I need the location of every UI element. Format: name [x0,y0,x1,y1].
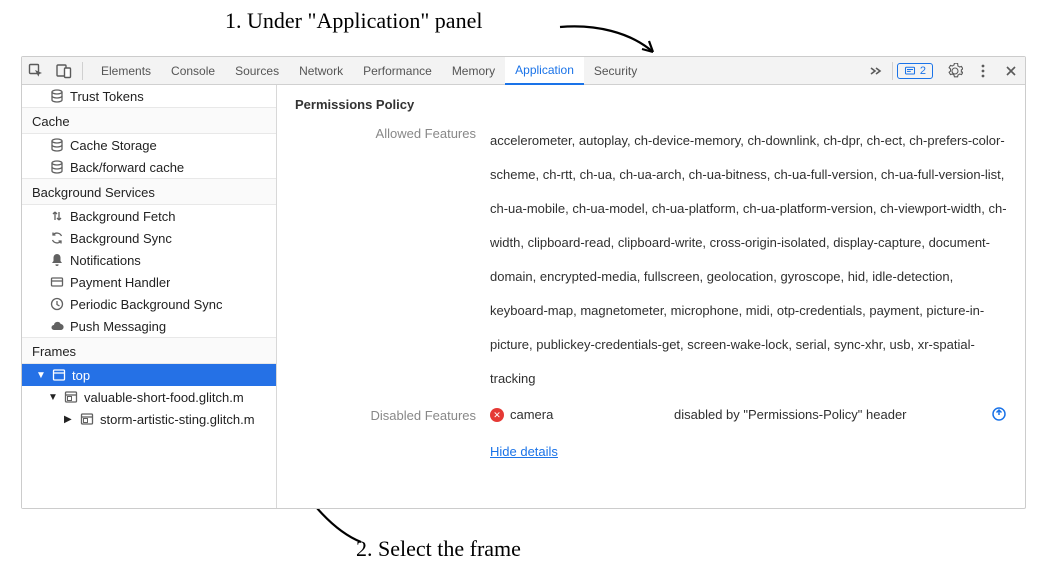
tab-memory[interactable]: Memory [442,57,505,85]
sidebar-item-frame-valuable[interactable]: ▼ valuable-short-food.glitch.m [22,386,276,408]
bell-icon [50,253,64,267]
disabled-features-label: Disabled Features [295,406,490,423]
sidebar-item-frame-storm[interactable]: ▶ storm-artistic-sting.glitch.m [22,408,276,430]
tab-network[interactable]: Network [289,57,353,85]
disabled-feature-text: camera [510,406,553,424]
sidebar-item-label: Back/forward cache [70,160,184,175]
sidebar-item-cache-storage[interactable]: Cache Storage [22,134,276,156]
issues-counter[interactable]: 2 [897,63,933,79]
hide-details-link[interactable]: Hide details [490,443,558,461]
sidebar-item-periodic-sync[interactable]: Periodic Background Sync [22,293,276,315]
annotation-step-2: 2. Select the frame [356,536,521,562]
sidebar-item-label: Payment Handler [70,275,170,290]
sidebar-item-label: Trust Tokens [70,89,144,104]
allowed-features-row: Allowed Features accelerometer, autoplay… [295,124,1013,396]
disclosure-icon[interactable]: ▼ [48,392,58,403]
db-icon [50,160,64,174]
sidebar-item-label: Push Messaging [70,319,166,334]
tab-security[interactable]: Security [584,57,647,85]
sidebar-group-cache: Cache [22,107,276,134]
devtools-window: ElementsConsoleSourcesNetworkPerformance… [21,56,1026,509]
sidebar-item-label: Periodic Background Sync [70,297,222,312]
clock-icon [50,297,64,311]
tab-performance[interactable]: Performance [353,57,442,85]
cloud-icon [50,319,64,333]
device-toggle-icon[interactable] [50,57,78,85]
disabled-feature-name: ✕ camera [490,406,660,424]
sidebar-item-label: Notifications [70,253,141,268]
devtools-tabstrip: ElementsConsoleSourcesNetworkPerformance… [22,57,1025,85]
sidebar-item-bg-sync[interactable]: Background Sync [22,227,276,249]
sidebar-item-trust-tokens[interactable]: Trust Tokens [22,85,276,107]
allowed-features-label: Allowed Features [295,124,490,141]
disabled-features-row: Disabled Features ✕ camera disabled by "… [295,406,1013,461]
annotation-step-1: 1. Under "Application" panel [225,8,482,34]
disabled-feature-reason: disabled by "Permissions-Policy" header [674,406,977,424]
sidebar-item-label: Background Fetch [70,209,176,224]
window-icon [52,368,66,382]
sidebar-item-bf-cache[interactable]: Back/forward cache [22,156,276,178]
sync-icon [50,231,64,245]
error-badge-icon: ✕ [490,408,504,422]
sidebar-item-notifications[interactable]: Notifications [22,249,276,271]
allowed-features-value: accelerometer, autoplay, ch-device-memor… [490,124,1013,396]
reveal-header-icon[interactable] [991,406,1013,427]
sidebar-item-bg-fetch[interactable]: Background Fetch [22,205,276,227]
panel-title: Permissions Policy [295,93,1013,124]
tab-application[interactable]: Application [505,57,584,85]
sidebar-item-label: storm-artistic-sting.glitch.m [100,412,255,427]
sidebar-item-label: top [72,368,90,383]
tab-sources[interactable]: Sources [225,57,289,85]
db-icon [50,89,64,103]
sidebar-group-background-services: Background Services [22,178,276,205]
tab-console[interactable]: Console [161,57,225,85]
kebab-menu-icon[interactable] [969,57,997,85]
inspect-element-icon[interactable] [22,57,50,85]
application-sidebar: Trust Tokens Cache Cache Storage Back/forwa… [22,85,277,508]
separator [82,62,83,80]
issues-icon [904,65,916,77]
close-devtools-icon[interactable] [997,57,1025,85]
separator [892,62,893,80]
sidebar-item-label: Cache Storage [70,138,157,153]
sidebar-item-label: Background Sync [70,231,172,246]
tab-elements[interactable]: Elements [91,57,161,85]
disclosure-icon[interactable]: ▶ [64,414,74,425]
settings-gear-icon[interactable] [941,57,969,85]
sidebar-group-frames: Frames [22,337,276,364]
card-icon [50,275,64,289]
updown-icon [50,209,64,223]
sidebar-item-push[interactable]: Push Messaging [22,315,276,337]
more-tabs-chevrons-icon[interactable] [864,57,888,85]
issues-count-text: 2 [920,65,926,77]
iframe-icon [80,412,94,426]
sidebar-item-payment[interactable]: Payment Handler [22,271,276,293]
sidebar-item-label: valuable-short-food.glitch.m [84,390,244,405]
sidebar-item-frame-top[interactable]: ▼ top [22,364,276,386]
iframe-icon [64,390,78,404]
disclosure-icon[interactable]: ▼ [36,370,46,381]
db-icon [50,138,64,152]
permissions-policy-panel: Permissions Policy Allowed Features acce… [277,85,1025,508]
